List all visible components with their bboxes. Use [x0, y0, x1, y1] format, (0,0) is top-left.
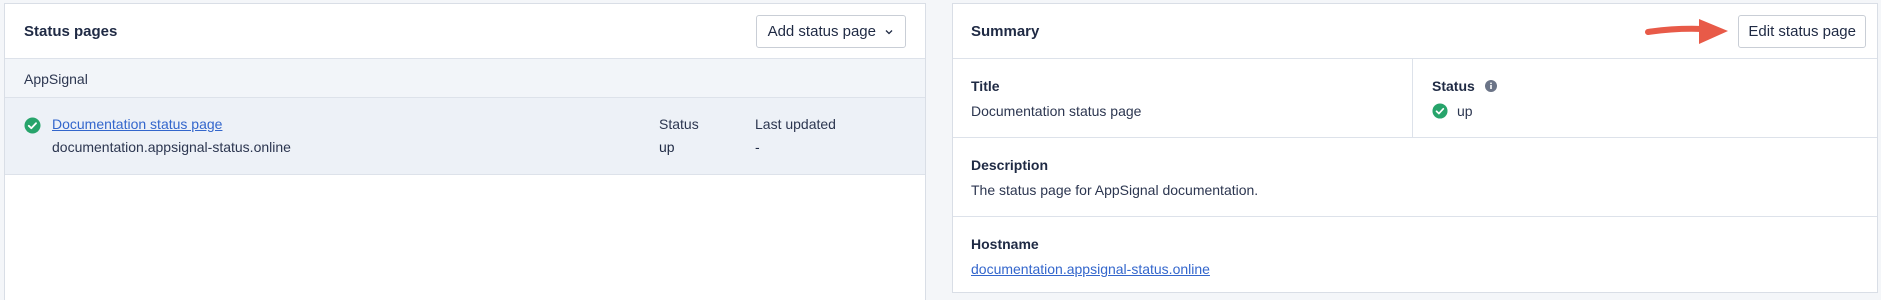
hostname-cell: Hostname documentation.appsignal-status.…: [953, 217, 1877, 293]
add-status-page-button[interactable]: Add status page: [755, 15, 906, 48]
chevron-down-icon: [885, 29, 893, 34]
edit-status-page-label: Edit status page: [1748, 23, 1856, 40]
status-column-header: Status: [659, 116, 699, 132]
edit-status-page-button[interactable]: Edit status page: [1738, 15, 1866, 48]
title-label: Title: [971, 78, 1000, 94]
status-pages-header: Status pages Add status page: [5, 4, 925, 59]
check-circle-icon: [1432, 103, 1448, 119]
description-label: Description: [971, 157, 1049, 173]
status-pages-panel: Status pages Add status page AppSignal D…: [4, 3, 926, 300]
hostname-label: Hostname: [971, 236, 1039, 252]
hostname-link[interactable]: documentation.appsignal-status.online: [971, 261, 1210, 277]
info-icon[interactable]: [1484, 80, 1497, 92]
last-updated-value: -: [755, 139, 760, 155]
status-page-hostname: documentation.appsignal-status.online: [52, 139, 291, 155]
summary-status-value: up: [1457, 103, 1473, 119]
summary-panel: Summary Edit status page Title Documenta…: [952, 3, 1878, 293]
group-row: AppSignal: [5, 59, 925, 98]
status-label: Status: [1432, 78, 1475, 94]
status-cell: Status up: [1413, 59, 1877, 138]
status-page-row[interactable]: Documentation status page documentation.…: [5, 98, 925, 175]
title-cell: Title Documentation status page: [953, 59, 1413, 138]
status-page-link[interactable]: Documentation status page: [52, 116, 222, 132]
summary-header: Summary Edit status page: [953, 4, 1877, 59]
arrow-pointer-icon: [1645, 19, 1728, 44]
group-label: AppSignal: [24, 71, 88, 87]
status-pages-title: Status pages: [24, 23, 118, 40]
status-label-wrap: Status: [1432, 78, 1497, 94]
description-value: The status page for AppSignal documentat…: [971, 182, 1259, 198]
status-value: up: [659, 139, 675, 155]
description-cell: Description The status page for AppSigna…: [953, 138, 1877, 217]
last-updated-header: Last updated: [755, 116, 836, 132]
title-value: Documentation status page: [971, 103, 1142, 119]
summary-title: Summary: [971, 23, 1040, 40]
add-status-page-label: Add status page: [767, 23, 876, 40]
check-circle-icon: [24, 117, 41, 134]
